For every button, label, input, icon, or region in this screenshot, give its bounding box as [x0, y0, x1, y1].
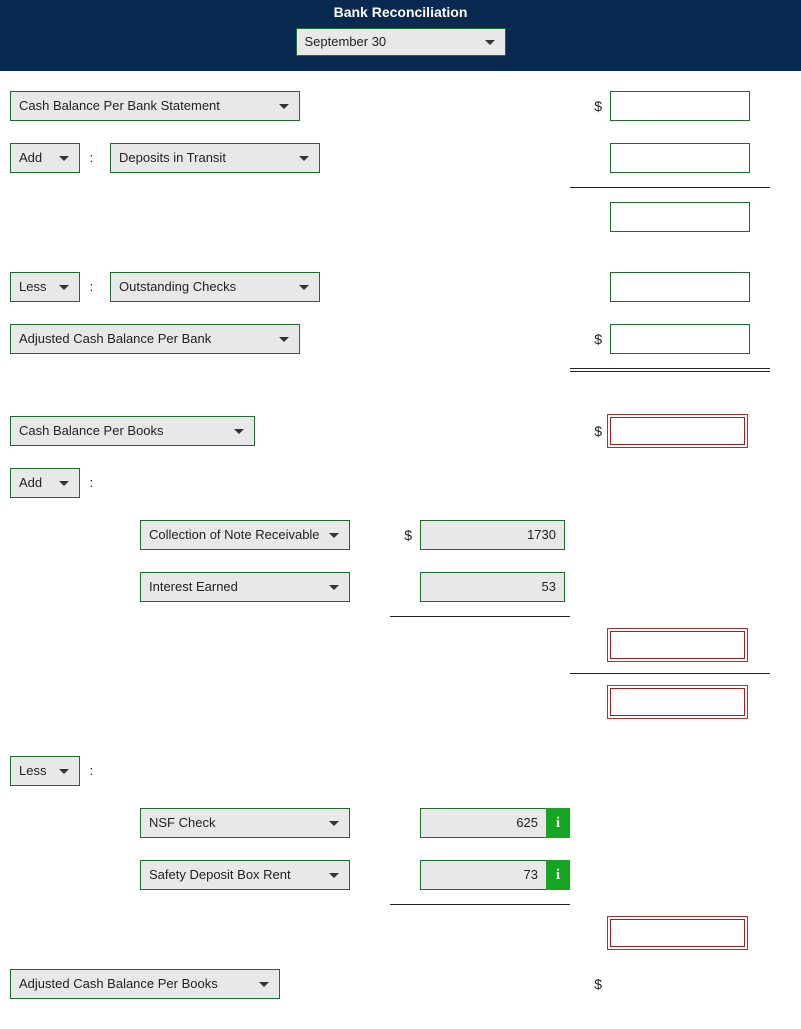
add-select-books[interactable]: Add — [10, 468, 80, 498]
dollar-sign: $ — [570, 976, 610, 992]
colon: : — [84, 475, 98, 490]
dollar-sign: $ — [570, 331, 610, 347]
colon: : — [84, 150, 98, 165]
less-select-books[interactable]: Less — [10, 756, 80, 786]
dollar-sign: $ — [570, 98, 610, 114]
deposits-in-transit-select[interactable]: Deposits in Transit — [110, 143, 320, 173]
page-title: Bank Reconciliation — [0, 0, 801, 28]
deposits-in-transit-amount[interactable] — [610, 143, 750, 173]
adj-cash-per-bank-amount[interactable] — [610, 324, 750, 354]
colon: : — [84, 279, 98, 294]
books-less-subtotal-amount[interactable] — [610, 919, 745, 947]
safety-deposit-select[interactable]: Safety Deposit Box Rent — [140, 860, 350, 890]
cash-per-books-amount[interactable] — [610, 417, 745, 445]
cash-per-bank-select[interactable]: Cash Balance Per Bank Statement — [10, 91, 300, 121]
less-select-bank[interactable]: Less — [10, 272, 80, 302]
interest-earned-select[interactable]: Interest Earned — [140, 572, 350, 602]
outstanding-checks-amount[interactable] — [610, 272, 750, 302]
collection-note-amount[interactable]: 1730 — [420, 520, 565, 550]
nsf-check-amount[interactable]: 625 — [420, 808, 547, 838]
cash-per-bank-amount[interactable] — [610, 91, 750, 121]
dollar-sign: $ — [570, 423, 610, 439]
dollar-sign: $ — [390, 527, 420, 543]
info-icon[interactable]: i — [546, 860, 570, 890]
date-select[interactable]: September 30 — [296, 28, 506, 56]
collection-note-select[interactable]: Collection of Note Receivable — [140, 520, 350, 550]
banner: Bank Reconciliation September 30 — [0, 0, 801, 71]
adj-cash-per-books-select[interactable]: Adjusted Cash Balance Per Books — [10, 969, 280, 999]
adj-cash-per-bank-select[interactable]: Adjusted Cash Balance Per Bank — [10, 324, 300, 354]
books-add-subtotal-amount[interactable] — [610, 631, 745, 659]
cash-per-books-select[interactable]: Cash Balance Per Books — [10, 416, 255, 446]
nsf-check-select[interactable]: NSF Check — [140, 808, 350, 838]
add-select-bank[interactable]: Add — [10, 143, 80, 173]
books-running-subtotal-amount[interactable] — [610, 688, 745, 716]
info-icon[interactable]: i — [546, 808, 570, 838]
worksheet: Bank Reconciliation September 30 Cash Ba… — [0, 0, 801, 1029]
bank-subtotal-amount[interactable] — [610, 202, 750, 232]
safety-deposit-amount[interactable]: 73 — [420, 860, 547, 890]
outstanding-checks-select[interactable]: Outstanding Checks — [110, 272, 320, 302]
interest-earned-amount[interactable]: 53 — [420, 572, 565, 602]
